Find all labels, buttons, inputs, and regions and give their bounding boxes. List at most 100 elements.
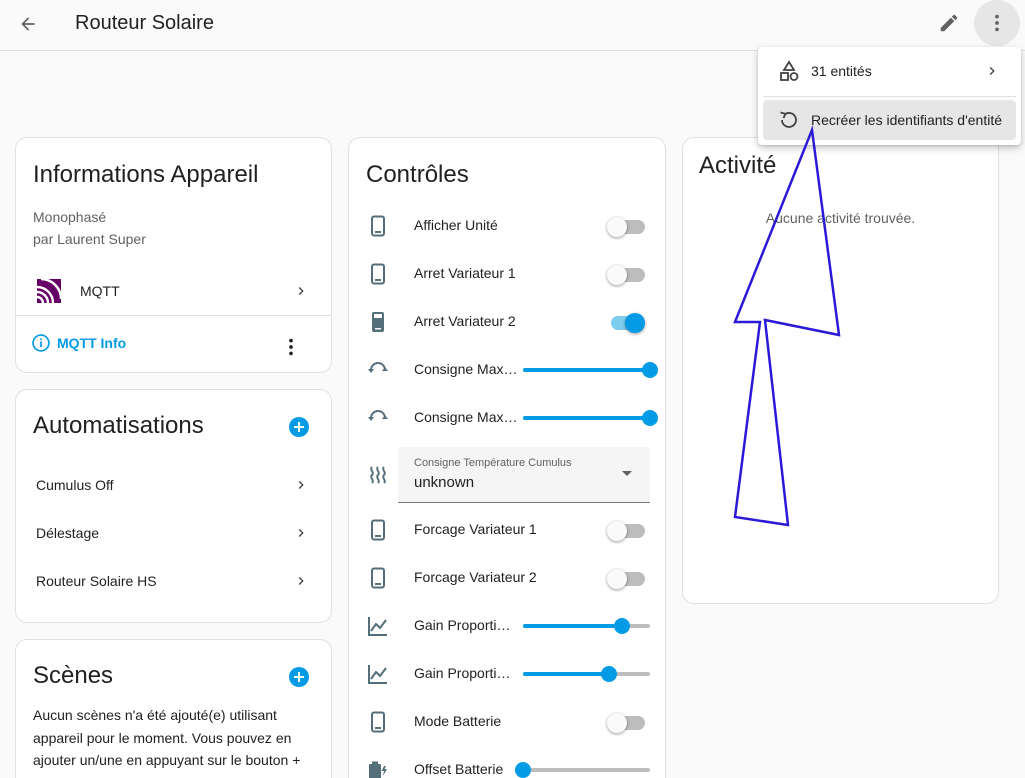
battery-charging-icon bbox=[369, 761, 387, 778]
dots-vertical-icon bbox=[995, 14, 999, 32]
automations-card: Automatisations Cumulus Off Délestage Ro… bbox=[15, 389, 332, 623]
menu-divider bbox=[763, 96, 1016, 97]
control-label: Gain Proporti… bbox=[414, 617, 511, 633]
control-label: Afficher Unité bbox=[414, 217, 498, 233]
select-value: unknown bbox=[414, 474, 475, 491]
select-label: Consigne Température Cumulus bbox=[414, 457, 572, 469]
control-row[interactable]: Forcage Variateur 2 bbox=[349, 554, 665, 602]
menu-item-regenerate-ids[interactable]: Recréer les identifiants d'entité bbox=[763, 100, 1016, 140]
control-label: Arret Variateur 1 bbox=[414, 265, 516, 281]
cellphone-icon bbox=[371, 263, 385, 285]
control-row: Consigne Max… bbox=[349, 346, 665, 394]
page-title: Routeur Solaire bbox=[75, 12, 214, 34]
control-label: Consigne Max… bbox=[414, 361, 518, 377]
mqtt-info-label: MQTT Info bbox=[57, 335, 127, 351]
scenes-card: Scènes Aucun scènes n'a été ajouté(e) ut… bbox=[15, 639, 332, 778]
control-label: Arret Variateur 2 bbox=[414, 313, 516, 329]
mqtt-logo-icon bbox=[37, 279, 61, 303]
device-manufacturer: par Laurent Super bbox=[33, 231, 146, 247]
add-scene-button[interactable] bbox=[289, 667, 309, 687]
device-model: Monophasé bbox=[33, 209, 107, 225]
dots-vertical-icon bbox=[289, 338, 293, 356]
pencil-icon bbox=[940, 14, 958, 32]
control-row[interactable]: Arret Variateur 1 bbox=[349, 250, 665, 298]
rotate-arrows-icon bbox=[368, 410, 388, 421]
toggle-switch[interactable] bbox=[607, 264, 645, 285]
control-label: Forcage Variateur 1 bbox=[414, 521, 537, 537]
toggle-switch[interactable] bbox=[607, 312, 645, 333]
controls-card: Contrôles Afficher Unité Arret Variateur… bbox=[348, 137, 666, 778]
back-button[interactable] bbox=[8, 4, 48, 44]
automation-item-label: Cumulus Off bbox=[36, 477, 114, 493]
cellphone-icon bbox=[371, 215, 385, 237]
overflow-menu: 31 entités Recréer les identifiants d'en… bbox=[758, 47, 1021, 145]
edit-button[interactable] bbox=[929, 3, 969, 43]
dropdown-arrow-icon bbox=[622, 471, 632, 476]
chevron-right-icon bbox=[298, 577, 304, 585]
activity-card: Activité Aucune activité trouvée. bbox=[682, 137, 999, 604]
controls-title: Contrôles bbox=[366, 161, 469, 188]
scenes-empty-text: Aucun scènes n'a été ajouté(e) utilisant… bbox=[33, 707, 301, 778]
control-label: Forcage Variateur 2 bbox=[414, 569, 537, 585]
control-row: Gain Proporti… bbox=[349, 650, 665, 698]
chevron-right-icon bbox=[298, 529, 304, 537]
rotate-arrows-icon bbox=[368, 362, 388, 373]
scenes-title: Scènes bbox=[33, 662, 114, 689]
device-info-title: Informations Appareil bbox=[33, 161, 259, 188]
chevron-right-icon bbox=[298, 481, 304, 489]
shapes-icon bbox=[780, 60, 799, 81]
control-label: Consigne Max… bbox=[414, 409, 518, 425]
value-slider[interactable] bbox=[523, 362, 658, 378]
control-label: Mode Batterie bbox=[414, 713, 502, 729]
control-row: Offset Batterie bbox=[349, 746, 665, 778]
menu-item-label: Recréer les identifiants d'entité bbox=[811, 112, 1002, 128]
automation-item-label: Délestage bbox=[36, 525, 100, 541]
automation-item[interactable]: Cumulus Off bbox=[16, 461, 331, 509]
device-info-card: Informations Appareil Monophasé par Laur… bbox=[15, 137, 332, 373]
toggle-switch[interactable] bbox=[607, 216, 645, 237]
temperature-select[interactable]: Consigne Température Cumulus unknown bbox=[398, 447, 650, 503]
control-label: Gain Proporti… bbox=[414, 665, 511, 681]
automations-title: Automatisations bbox=[33, 412, 204, 439]
activity-empty-text: Aucune activité trouvée. bbox=[765, 210, 916, 226]
toggle-switch[interactable] bbox=[607, 568, 645, 589]
info-circle-icon bbox=[32, 334, 50, 352]
chart-line-icon bbox=[368, 665, 387, 684]
control-row[interactable]: Mode Batterie bbox=[349, 698, 665, 746]
control-row: Consigne Max… bbox=[349, 394, 665, 442]
cellphone-filled-icon bbox=[372, 312, 384, 332]
integration-row[interactable]: MQTT bbox=[16, 267, 331, 315]
control-row: Gain Proporti… bbox=[349, 602, 665, 650]
plus-icon bbox=[294, 672, 304, 682]
device-actions-menu-button[interactable] bbox=[279, 335, 303, 359]
cellphone-icon bbox=[371, 519, 385, 541]
integration-label: MQTT bbox=[80, 283, 120, 299]
control-row[interactable]: Forcage Variateur 1 bbox=[349, 506, 665, 554]
menu-item-entities[interactable]: 31 entités bbox=[763, 51, 1016, 91]
arrow-left-icon bbox=[21, 17, 35, 31]
chevron-right-icon bbox=[298, 287, 304, 295]
activity-title: Activité bbox=[699, 152, 777, 179]
automation-item[interactable]: Délestage bbox=[16, 509, 331, 557]
automation-item[interactable]: Routeur Solaire HS bbox=[16, 557, 331, 605]
toggle-switch[interactable] bbox=[607, 712, 645, 733]
control-label: Offset Batterie bbox=[414, 761, 504, 777]
value-slider[interactable] bbox=[523, 618, 650, 634]
value-slider[interactable] bbox=[523, 666, 650, 682]
plus-icon bbox=[294, 422, 304, 432]
cellphone-icon bbox=[371, 711, 385, 733]
mqtt-info-link[interactable]: MQTT Info bbox=[31, 333, 126, 353]
heat-waves-icon bbox=[370, 466, 386, 484]
more-options-button[interactable] bbox=[974, 0, 1020, 46]
menu-item-label: 31 entités bbox=[811, 63, 872, 79]
toggle-switch[interactable] bbox=[607, 520, 645, 541]
value-slider[interactable] bbox=[523, 410, 658, 426]
chart-line-icon bbox=[368, 617, 387, 636]
cellphone-icon bbox=[371, 567, 385, 589]
divider bbox=[16, 315, 331, 316]
add-automation-button[interactable] bbox=[289, 417, 309, 437]
control-row[interactable]: Afficher Unité bbox=[349, 202, 665, 250]
value-slider[interactable] bbox=[515, 762, 650, 778]
top-app-bar: Routeur Solaire bbox=[0, 0, 1025, 51]
control-row[interactable]: Arret Variateur 2 bbox=[349, 298, 665, 346]
